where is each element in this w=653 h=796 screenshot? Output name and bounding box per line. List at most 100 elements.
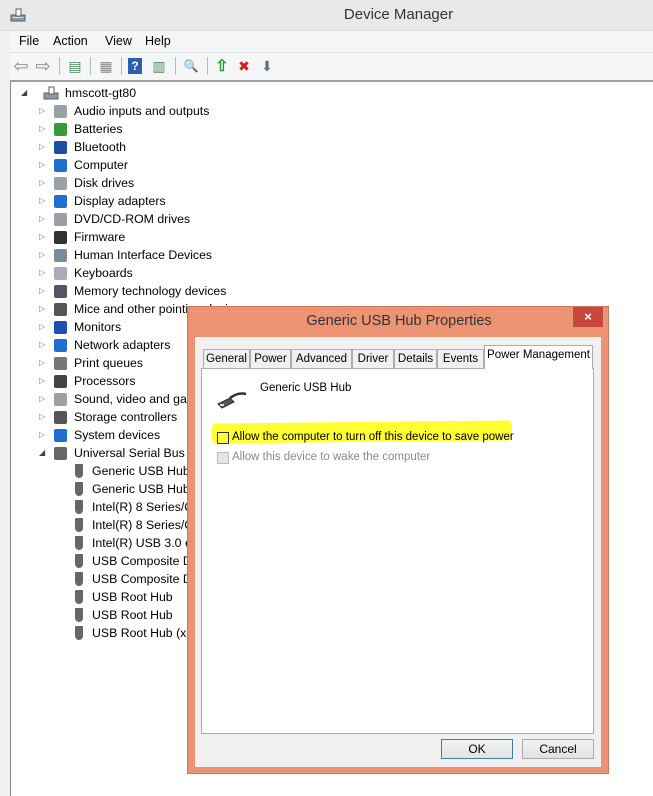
tree-category-label: Human Interface Devices (74, 248, 213, 262)
expand-arrow-icon[interactable]: ▷ (39, 282, 49, 300)
usb-plug-icon (75, 500, 83, 514)
tab-power-management[interactable]: Power Management (484, 345, 593, 369)
tree-category-label: Computer (74, 158, 128, 172)
tree-category-label: Firmware (74, 230, 126, 244)
allow-turn-off-checkbox[interactable] (217, 432, 229, 444)
expand-arrow-icon[interactable]: ▷ (39, 426, 49, 444)
ok-button[interactable]: OK (441, 739, 513, 759)
close-button[interactable]: × (573, 307, 603, 327)
tree-category[interactable]: ▷ Display adapters (39, 192, 639, 210)
usb-plug-icon (75, 572, 83, 586)
expand-arrow-icon[interactable]: ▷ (39, 246, 49, 264)
usb-plug-icon (75, 554, 83, 568)
tree-category[interactable]: ▷ DVD/CD-ROM drives (39, 210, 639, 228)
tree-category-label: Processors (74, 374, 136, 388)
menu-file[interactable]: File (19, 34, 39, 48)
tree-category[interactable]: ▷ Human Interface Devices (39, 246, 639, 264)
update-driver-icon[interactable]: ⇧ (213, 57, 231, 75)
tree-category[interactable]: ▷ Computer (39, 156, 639, 174)
firmware-icon (54, 231, 67, 244)
disable-device-icon[interactable]: ⬇ (258, 57, 276, 75)
expand-arrow-icon[interactable]: ▷ (39, 300, 49, 318)
expand-arrow-icon[interactable]: ▷ (39, 228, 49, 246)
expand-arrow-icon[interactable]: ▷ (39, 120, 49, 138)
usb-plug-icon (75, 482, 83, 496)
usb-device-label: Generic USB Hub (92, 482, 190, 496)
expand-arrow-icon[interactable]: ▷ (39, 372, 49, 390)
collapse-arrow-icon[interactable]: ◢ (21, 84, 31, 102)
scan-hardware-changes-icon[interactable]: 🔍 (182, 57, 200, 75)
allow-turn-off-label[interactable]: Allow the computer to turn off this devi… (232, 431, 514, 443)
usb-plug-icon (75, 626, 83, 640)
tab-details[interactable]: Details (394, 349, 437, 368)
mouse-icon (54, 303, 67, 316)
tree-category-label: Disk drives (74, 176, 135, 190)
tree-category[interactable]: ▷ Firmware (39, 228, 639, 246)
dialog-title: Generic USB Hub Properties (306, 313, 492, 329)
speaker-icon (54, 105, 67, 118)
bluetooth-icon (54, 141, 67, 154)
cancel-button[interactable]: Cancel (522, 739, 594, 759)
usb-device-label: Generic USB Hub (92, 464, 190, 478)
menu-action[interactable]: Action (53, 34, 88, 48)
dialog-client: General Power Advanced Driver Details Ev… (195, 337, 601, 767)
expand-arrow-icon[interactable]: ▷ (39, 264, 49, 282)
properties-icon[interactable]: ▦ (97, 57, 115, 75)
back-icon[interactable]: ⇦ (12, 56, 30, 76)
disk-drive-icon (54, 177, 67, 190)
expand-arrow-icon[interactable]: ▷ (39, 210, 49, 228)
forward-icon[interactable]: ⇨ (34, 56, 52, 76)
show-action-pane-icon[interactable]: ▥ (150, 57, 168, 75)
tree-category-label: Keyboards (74, 266, 133, 280)
expand-arrow-icon[interactable]: ▷ (39, 138, 49, 156)
tab-power[interactable]: Power (250, 349, 291, 368)
show-hide-console-tree-icon[interactable]: ▤ (66, 57, 84, 75)
tab-general[interactable]: General (203, 349, 250, 368)
tree-category[interactable]: ▷ Disk drives (39, 174, 639, 192)
expand-arrow-icon[interactable]: ▷ (39, 354, 49, 372)
tree-category-label: Audio inputs and outputs (74, 104, 210, 118)
tree-root[interactable]: ◢ hmscott-gt80 (21, 84, 321, 102)
toolbar-separator (90, 57, 91, 75)
menu-bar: File Action View Help (10, 31, 653, 53)
tree-category-label: Bluetooth (74, 140, 126, 154)
allow-wake-label: Allow this device to wake the computer (232, 451, 431, 463)
expand-arrow-icon[interactable]: ▷ (39, 318, 49, 336)
expand-arrow-icon[interactable]: ▷ (39, 174, 49, 192)
tree-category[interactable]: ▷ Bluetooth (39, 138, 639, 156)
expand-arrow-icon[interactable]: ▷ (39, 102, 49, 120)
tab-driver[interactable]: Driver (352, 349, 394, 368)
usb-plug-icon (75, 536, 83, 550)
toolbar-separator (59, 57, 60, 75)
speaker-icon (54, 393, 67, 406)
hid-icon (54, 249, 67, 262)
usb-device-label: USB Root Hub (92, 608, 173, 622)
monitor-icon (54, 321, 67, 334)
expand-arrow-icon[interactable]: ▷ (39, 156, 49, 174)
usb-icon (54, 447, 67, 460)
tab-events[interactable]: Events (437, 349, 484, 368)
expand-arrow-icon[interactable]: ▷ (39, 192, 49, 210)
menu-help[interactable]: Help (145, 34, 171, 48)
tree-category[interactable]: ▷ Batteries (39, 120, 639, 138)
tree-category-label: Monitors (74, 320, 122, 334)
toolbar-separator (207, 57, 208, 75)
expand-arrow-icon[interactable]: ▷ (39, 408, 49, 426)
tree-category[interactable]: ▷ Memory technology devices (39, 282, 639, 300)
device-name: Generic USB Hub (260, 382, 352, 394)
tree-category[interactable]: ▷ Audio inputs and outputs (39, 102, 639, 120)
menu-view[interactable]: View (105, 34, 132, 48)
usb-plug-icon (75, 518, 83, 532)
tree-category[interactable]: ▷ Keyboards (39, 264, 639, 282)
display-adapter-icon (54, 195, 67, 208)
computer-root-icon (43, 86, 59, 100)
storage-controller-icon (54, 411, 67, 424)
expand-arrow-icon[interactable]: ▷ (39, 390, 49, 408)
help-icon[interactable]: ? (128, 58, 142, 74)
tab-advanced[interactable]: Advanced (291, 349, 352, 368)
collapse-arrow-icon[interactable]: ◢ (39, 444, 49, 462)
uninstall-device-icon[interactable]: ✖ (235, 57, 253, 75)
allow-wake-checkbox[interactable] (217, 452, 229, 464)
tree-category-label: Network adapters (74, 338, 171, 352)
expand-arrow-icon[interactable]: ▷ (39, 336, 49, 354)
